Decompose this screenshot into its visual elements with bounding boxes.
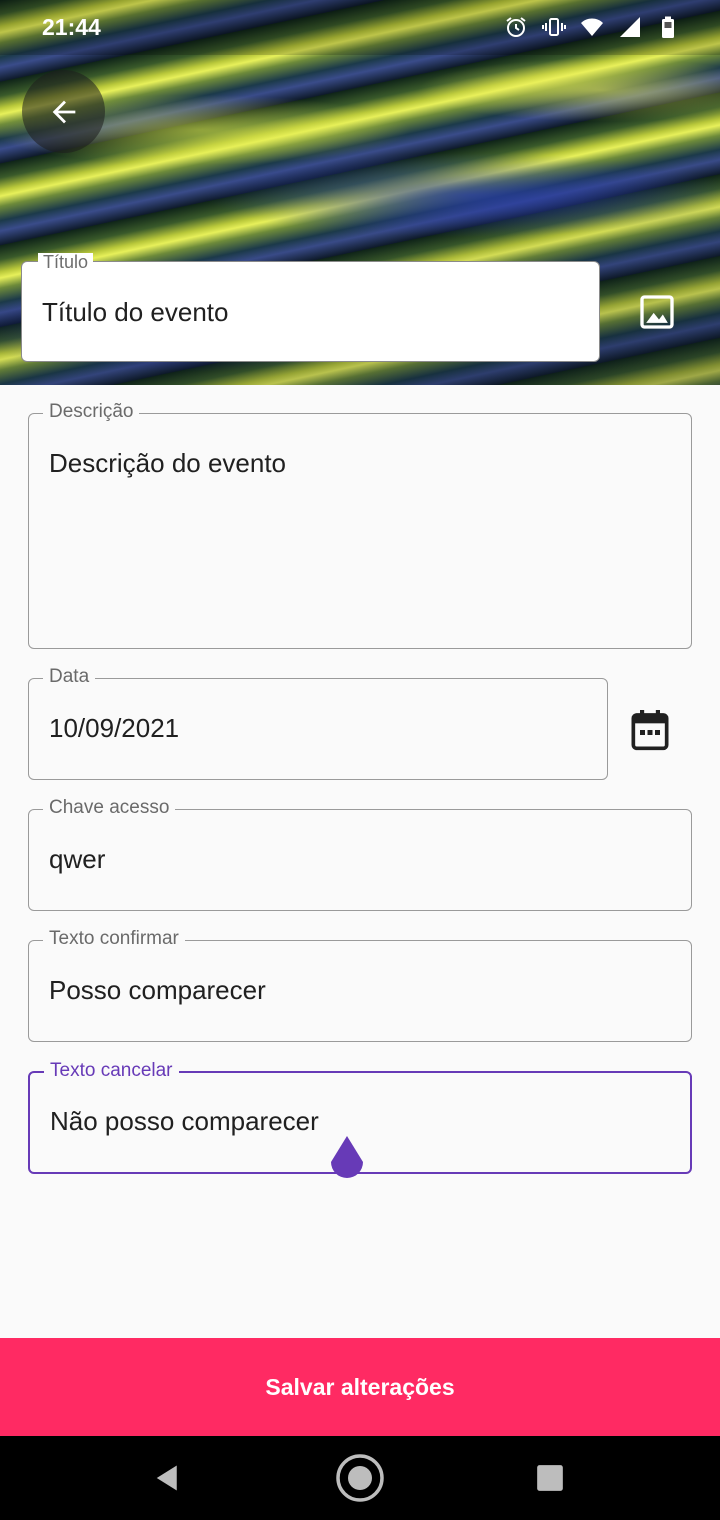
description-value: Descrição do evento [49,448,287,478]
home-circle-icon [336,1454,384,1502]
title-field-label: Título [38,253,94,271]
vibrate-icon [542,18,566,36]
access-key-field[interactable]: Chave acesso qwer [28,798,692,911]
wifi-icon [581,18,603,36]
back-button[interactable] [22,70,105,153]
save-changes-button[interactable]: Salvar alterações [0,1338,720,1436]
date-picker-button[interactable] [630,708,670,752]
calendar-icon [631,710,669,751]
nav-home-button[interactable] [334,1452,386,1504]
description-label: Descrição [43,402,140,422]
system-nav-bar [0,1436,720,1520]
signal-icon [620,17,640,37]
confirm-text-field[interactable]: Texto confirmar Posso comparecer [28,929,692,1042]
access-key-value: qwer [49,844,106,874]
access-key-label: Chave acesso [43,798,176,818]
description-field[interactable]: Descrição Descrição do evento [28,402,692,649]
change-image-button[interactable] [637,292,677,332]
battery-icon [662,16,674,38]
recents-square-icon [537,1465,563,1491]
cancel-text-label: Texto cancelar [44,1061,179,1081]
back-triangle-icon [156,1465,177,1491]
date-label: Data [43,667,96,687]
confirm-text-label: Texto confirmar [43,929,185,949]
title-field[interactable]: Título Título do evento [21,253,600,362]
status-bar: 21:44 [0,0,720,55]
status-icons [504,14,680,40]
date-field[interactable]: Data 10/09/2021 [28,667,608,780]
confirm-text-value: Posso comparecer [49,975,266,1005]
date-value: 10/09/2021 [49,713,180,743]
status-time: 21:44 [42,14,101,40]
image-icon [640,295,674,329]
cancel-text-value: Não posso comparecer [50,1106,319,1136]
alarm-icon [506,17,526,37]
arrow-back-icon [52,100,75,123]
text-cursor-handle[interactable] [329,1136,365,1182]
title-field-value: Título do evento [42,297,229,327]
nav-back-button[interactable] [142,1452,194,1504]
nav-recents-button[interactable] [524,1452,576,1504]
